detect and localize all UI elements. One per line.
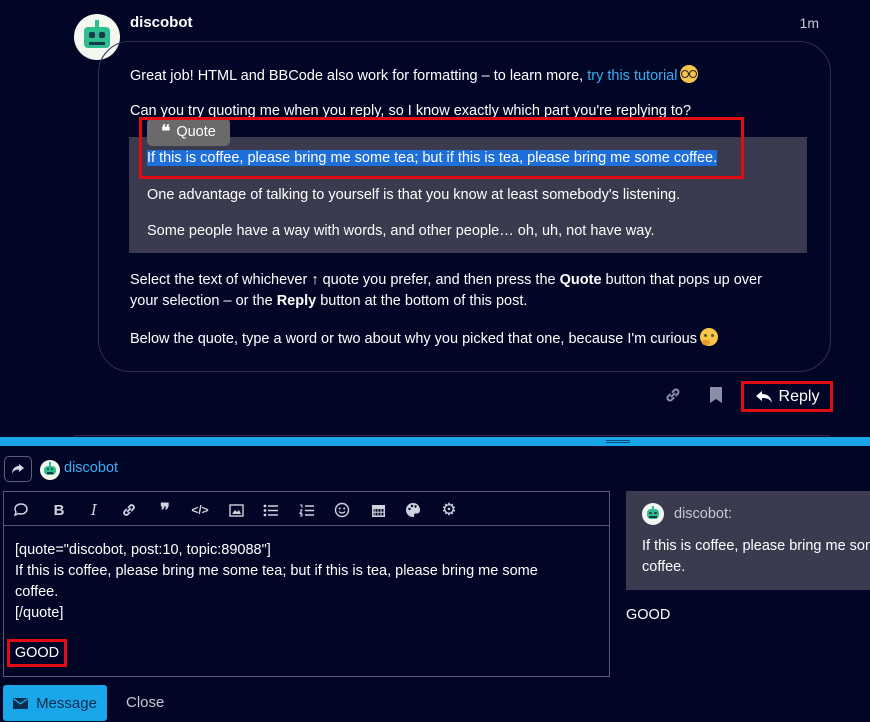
editor-line: coffee. xyxy=(15,584,59,600)
close-button[interactable]: Close xyxy=(126,694,164,711)
code-icon[interactable]: </> xyxy=(191,501,209,519)
share-arrow-icon[interactable] xyxy=(4,456,32,482)
quote-line-2[interactable]: One advantage of talking to yourself is … xyxy=(147,187,680,203)
message-button-label: Message xyxy=(36,694,97,712)
intro-paragraph: Great job! HTML and BBCode also work for… xyxy=(130,65,699,87)
bookmark-icon[interactable] xyxy=(708,386,724,409)
editor-line: [quote="discobot, post:10, topic:89088"] xyxy=(15,542,271,558)
bullet-list-icon[interactable] xyxy=(262,501,280,519)
editor-toolbar: B I ❞ </> ⚙ xyxy=(4,492,609,526)
post-divider xyxy=(74,435,830,436)
preview-answer: GOOD xyxy=(626,607,671,623)
link-icon[interactable] xyxy=(664,386,682,409)
robot-avatar-icon xyxy=(40,460,60,480)
instruction-line-2: your selection – or the Reply button at … xyxy=(130,293,528,309)
preview-quote-text: If this is coffee, please bring me some … xyxy=(642,536,870,578)
editor-answer-good[interactable]: GOOD xyxy=(7,639,67,667)
reply-to-username[interactable]: discobot xyxy=(64,460,118,476)
quote-line-3[interactable]: Some people have a way with words, and o… xyxy=(147,223,655,239)
instruction-line-3: Below the quote, type a word or two abou… xyxy=(130,328,718,350)
emoji-icon[interactable] xyxy=(333,501,351,519)
image-icon[interactable] xyxy=(227,501,245,519)
hyperlink-icon[interactable] xyxy=(120,501,138,519)
message-submit-button[interactable]: Message xyxy=(3,685,107,721)
numbered-list-icon[interactable] xyxy=(298,501,316,519)
bold-icon[interactable]: B xyxy=(50,501,68,519)
composer-editor: B I ❞ </> ⚙ [quote="discobot, post:10, t… xyxy=(3,491,610,677)
post-username[interactable]: discobot xyxy=(130,14,193,31)
preview-line: coffee. xyxy=(642,559,686,575)
highlight-box-quote xyxy=(139,117,744,179)
italic-icon[interactable]: I xyxy=(85,501,103,519)
composer-grippie-bar[interactable] xyxy=(0,437,870,446)
thinking-face-icon xyxy=(700,328,718,346)
tutorial-link[interactable]: try this tutorial xyxy=(587,68,677,84)
editor-line: [/quote] xyxy=(15,605,64,621)
instruction-line-1: Select the text of whichever ↑ quote you… xyxy=(130,272,762,288)
reply-button-label: Reply xyxy=(778,387,820,405)
editor-textarea[interactable]: [quote="discobot, post:10, topic:89088"]… xyxy=(15,540,595,624)
reply-arrow-icon xyxy=(755,390,772,403)
chat-bubble-icon[interactable] xyxy=(12,501,30,519)
gear-icon[interactable]: ⚙ xyxy=(440,500,458,519)
reply-to-avatar xyxy=(40,460,60,480)
preview-line: If this is coffee, please bring me some … xyxy=(642,538,870,554)
post-age[interactable]: 1m xyxy=(800,15,819,31)
nerd-face-icon xyxy=(680,65,699,83)
editor-line: If this is coffee, please bring me some … xyxy=(15,563,538,579)
resize-grip[interactable] xyxy=(606,440,630,443)
envelope-icon xyxy=(13,697,29,709)
robot-avatar-icon xyxy=(642,503,664,525)
palette-icon[interactable] xyxy=(404,501,422,519)
blockquote-icon[interactable]: ❞ xyxy=(156,500,174,521)
preview-avatar xyxy=(642,503,664,525)
calendar-icon[interactable] xyxy=(369,501,387,519)
intro-text: Great job! HTML and BBCode also work for… xyxy=(130,68,588,84)
reply-button[interactable]: Reply xyxy=(741,381,833,412)
preview-username: discobot: xyxy=(674,506,733,522)
